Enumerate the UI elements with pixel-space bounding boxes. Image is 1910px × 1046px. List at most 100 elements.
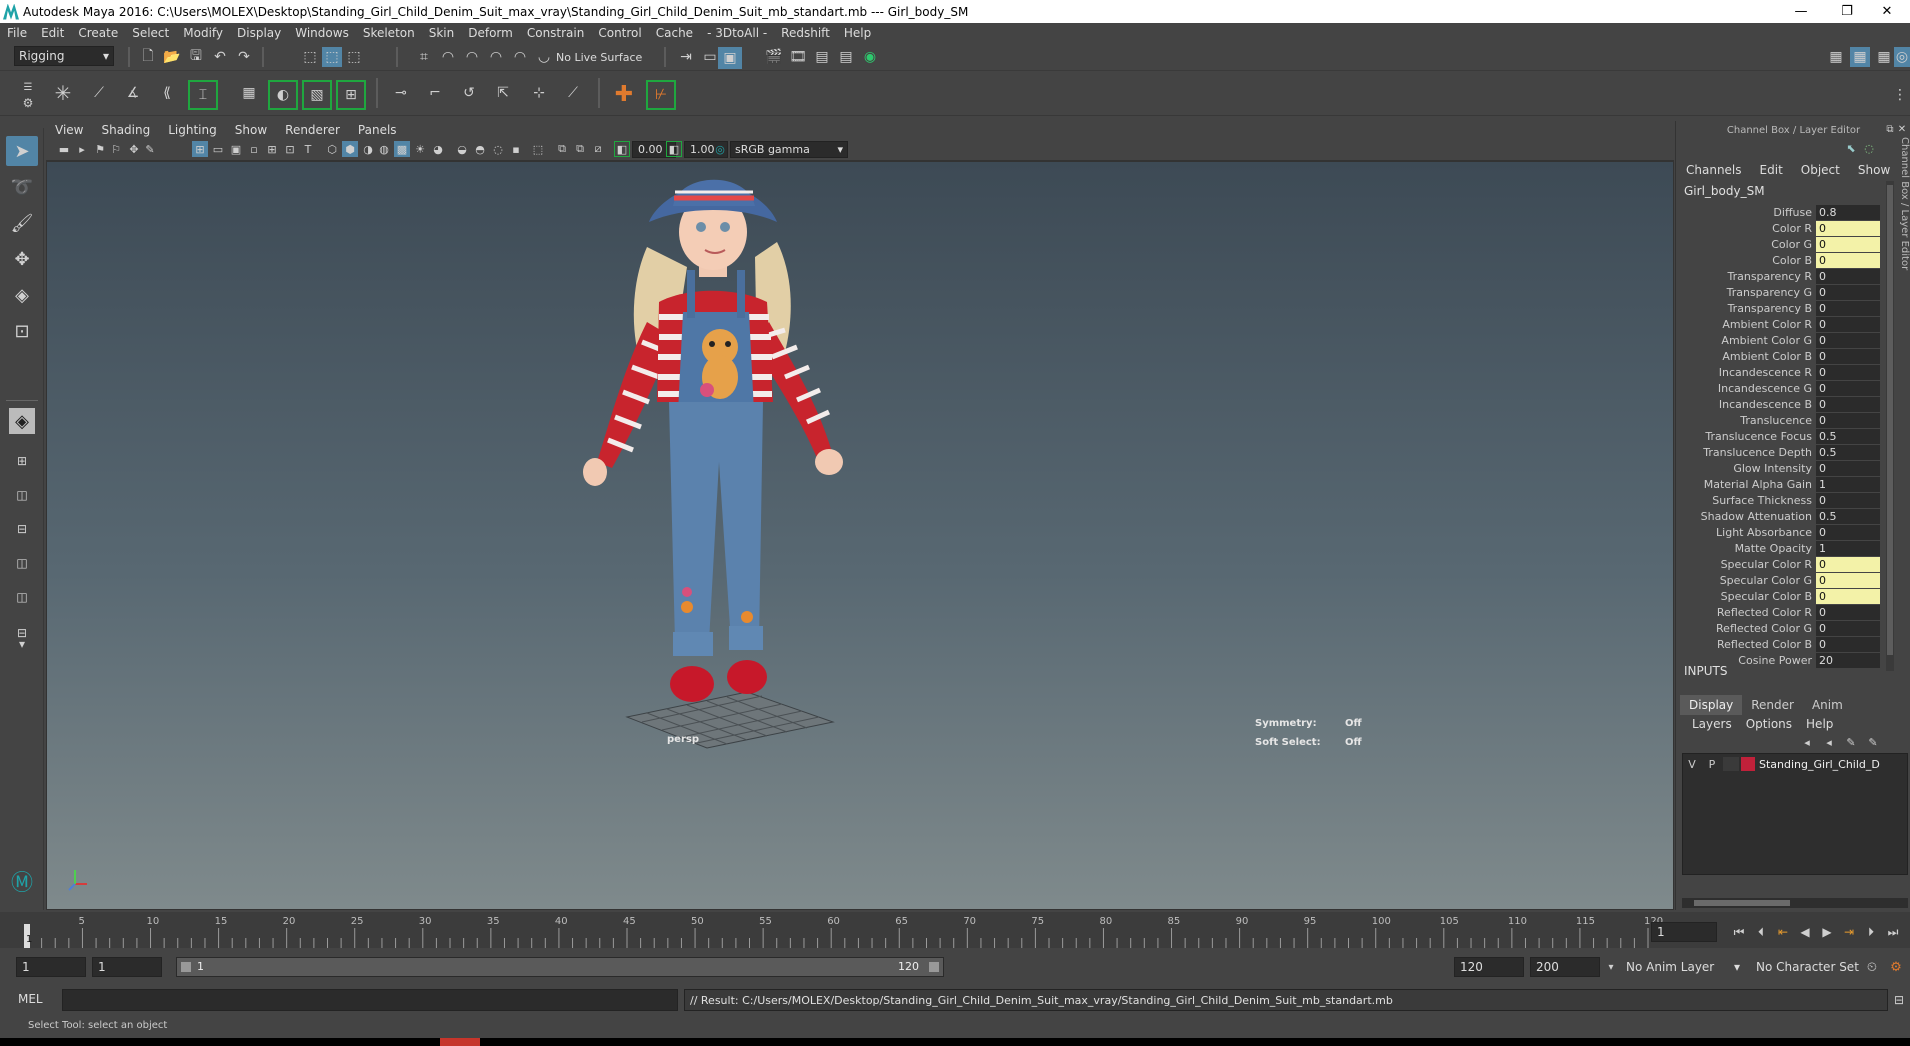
select-object-icon[interactable]: ⬚ <box>322 47 342 67</box>
channel-menu-edit[interactable]: Edit <box>1760 163 1783 177</box>
xray-icon[interactable]: ◍ <box>376 141 392 157</box>
render-globals-icon[interactable]: ▤ <box>836 47 856 67</box>
film-gate-icon[interactable]: ▭ <box>210 141 226 157</box>
bookmark-icon[interactable]: ⚑ <box>92 141 108 157</box>
snap-grid-icon[interactable]: ⌗ <box>414 47 434 67</box>
tab-render[interactable]: Render <box>1742 695 1803 715</box>
channel-value[interactable]: 0 <box>1816 364 1880 380</box>
layer-display-type[interactable] <box>1723 757 1739 771</box>
channel-row[interactable]: Ambient Color G0 <box>1676 332 1886 348</box>
menu-windows[interactable]: Windows <box>288 26 356 40</box>
channel-row[interactable]: Incandescence B0 <box>1676 396 1886 412</box>
motion-blur-icon[interactable]: ◓ <box>472 141 488 157</box>
channel-name[interactable]: Color B <box>1676 254 1816 267</box>
play-forwards-icon[interactable]: ▶ <box>1818 924 1836 940</box>
ambient-occlusion-icon[interactable]: ◒ <box>454 141 470 157</box>
minimize-button[interactable]: — <box>1778 0 1824 23</box>
field-chart-icon[interactable]: ⊞ <box>264 141 280 157</box>
gamma-icon[interactable]: ◧ <box>666 141 682 157</box>
camera-select-icon[interactable]: ▬ <box>56 141 72 157</box>
more-layouts-icon[interactable]: ▾ <box>6 636 38 652</box>
channel-menu-channels[interactable]: Channels <box>1686 163 1742 177</box>
2d-pan-zoom-icon[interactable]: ✥ <box>126 141 142 157</box>
channel-value[interactable]: 0 <box>1816 220 1880 236</box>
close-panel-icon[interactable]: ✕ <box>1896 123 1908 135</box>
redo-icon[interactable]: ↷ <box>234 47 254 67</box>
menu-create[interactable]: Create <box>71 26 125 40</box>
channel-value[interactable]: 0.5 <box>1816 428 1880 444</box>
channel-name[interactable]: Incandescence G <box>1676 382 1816 395</box>
menu-cache[interactable]: Cache <box>649 26 700 40</box>
channel-name[interactable]: Matte Opacity <box>1676 542 1816 555</box>
channel-name[interactable]: Diffuse <box>1676 206 1816 219</box>
channel-value[interactable]: 0 <box>1816 620 1880 636</box>
go-to-start-icon[interactable]: ⏮ <box>1730 924 1748 940</box>
channel-name[interactable]: Incandescence R <box>1676 366 1816 379</box>
channel-value[interactable]: 0 <box>1816 316 1880 332</box>
inputs-section-label[interactable]: INPUTS <box>1684 664 1727 678</box>
channel-name[interactable]: Translucence <box>1676 414 1816 427</box>
scroll-thumb[interactable] <box>1887 185 1893 655</box>
render-frame-icon[interactable]: 🎞 <box>788 47 808 67</box>
channel-value[interactable]: 0 <box>1816 236 1880 252</box>
anim-layer-dropdown[interactable]: No Anim Layer ▾ <box>1622 957 1742 977</box>
layer-color-swatch[interactable] <box>1741 757 1755 771</box>
channel-name[interactable]: Glow Intensity <box>1676 462 1816 475</box>
menu-display[interactable]: Display <box>230 26 288 40</box>
lasso-tool-icon[interactable]: ➰ <box>6 172 38 202</box>
channel-name[interactable]: Translucence Depth <box>1676 446 1816 459</box>
viewport-menu-shading[interactable]: Shading <box>92 123 159 137</box>
paint-select-icon[interactable]: 🖌 <box>6 208 38 238</box>
menu-skin[interactable]: Skin <box>422 26 462 40</box>
make-live-icon[interactable]: ◡ <box>534 47 554 67</box>
channel-value[interactable]: 0 <box>1816 396 1880 412</box>
layer-name[interactable]: Standing_Girl_Child_D <box>1759 758 1880 771</box>
channel-menu-show[interactable]: Show <box>1858 163 1890 177</box>
safe-title-icon[interactable]: T <box>300 141 316 157</box>
channel-value[interactable]: 0 <box>1816 348 1880 364</box>
step-back-frame-icon[interactable]: ⏴ <box>1752 924 1770 940</box>
aim-constraint-icon[interactable]: ⌐ <box>422 80 448 106</box>
menu-deform[interactable]: Deform <box>461 26 520 40</box>
channel-name[interactable]: Ambient Color B <box>1676 350 1816 363</box>
insert-joint-icon[interactable]: ⟋ <box>86 80 112 106</box>
channel-name[interactable]: Color R <box>1676 222 1816 235</box>
persp-outliner-layout-icon[interactable]: ◫ <box>6 480 38 510</box>
new-layer-icon[interactable]: ✎ <box>1844 735 1858 749</box>
move-layer-down-icon[interactable]: ◂ <box>1822 735 1836 749</box>
snap-curve-icon[interactable]: ◠ <box>438 47 458 67</box>
channel-name[interactable]: Ambient Color G <box>1676 334 1816 347</box>
chevron-down-icon[interactable]: ▾ <box>1604 959 1618 975</box>
channel-row[interactable]: Glow Intensity 0 <box>1676 460 1886 476</box>
channel-row[interactable]: Incandescence R0 <box>1676 364 1886 380</box>
use-lights-icon[interactable]: ☀ <box>412 141 428 157</box>
channel-row[interactable]: Color G0 <box>1676 236 1886 252</box>
annotation-icon[interactable]: ⊬ <box>646 80 676 110</box>
viewport-menu-renderer[interactable]: Renderer <box>276 123 349 137</box>
channel-value[interactable]: 0 <box>1816 380 1880 396</box>
image-plane-icon[interactable]: ⚐ <box>108 141 124 157</box>
pole-vector-icon[interactable]: ⟋ <box>560 80 586 106</box>
channel-value[interactable]: 0 <box>1816 412 1880 428</box>
orient-constraint-icon[interactable]: ↺ <box>456 80 482 106</box>
channel-value[interactable]: 0 <box>1816 460 1880 476</box>
script-editor-icon[interactable]: ⊟ <box>1890 991 1908 1009</box>
channel-row[interactable]: Light Absorbance 0 <box>1676 524 1886 540</box>
channel-row[interactable]: Transparency R0 <box>1676 268 1886 284</box>
select-tool-icon[interactable]: ➤ <box>6 136 38 166</box>
new-layer-selected-icon[interactable]: ✎ <box>1866 735 1880 749</box>
menu-set-dropdown[interactable]: Rigging ▾ <box>14 46 114 66</box>
channel-value[interactable]: 0 <box>1816 300 1880 316</box>
channel-row[interactable]: Ambient Color B0 <box>1676 348 1886 364</box>
command-input[interactable] <box>62 989 678 1011</box>
layer-menu-layers[interactable]: Layers <box>1692 717 1732 731</box>
menu-modify[interactable]: Modify <box>176 26 230 40</box>
channel-row[interactable]: Matte Opacity 1 <box>1676 540 1886 556</box>
channel-value[interactable]: 0 <box>1816 284 1880 300</box>
channel-value[interactable]: 0.8 <box>1816 204 1880 220</box>
close-button[interactable]: ✕ <box>1864 0 1910 23</box>
channel-name[interactable]: Material Alpha Gain <box>1676 478 1816 491</box>
channel-row[interactable]: Reflected Color R0 <box>1676 604 1886 620</box>
gate-mask-icon[interactable]: ▫ <box>246 141 262 157</box>
animation-end-field[interactable]: 200 <box>1530 957 1600 977</box>
